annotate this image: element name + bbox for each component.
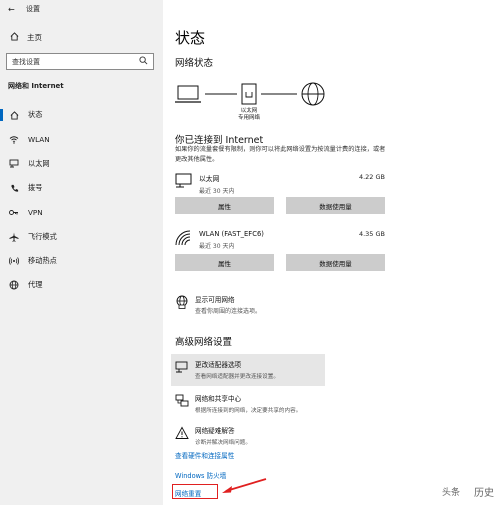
show-available-networks[interactable]: 显示可用网络 查看你周围的连接选项。 [175,294,261,315]
network-diagram: 以太网 专用网络 [175,78,335,122]
sidebar-item-airplane[interactable]: 飞行模式 [0,224,163,248]
sidebar-item-dialup[interactable]: 拨号 [0,176,163,200]
sidebar-item-hotspot[interactable]: 移动热点 [0,249,163,273]
properties-button[interactable]: 属性 [175,197,274,214]
troubleshooter-subtitle: 诊断并解决网络问题。 [195,440,251,446]
adapter-options-subtitle: 查看网络适配器并更改连接设置。 [195,374,279,380]
connection-usage: 4.35 GB [358,230,385,238]
airplane-icon [9,232,19,242]
globe-icon [9,280,19,290]
red-arrow-annotation [222,478,267,493]
sharing-center-subtitle: 根据所连接到的网络，决定要共享的内容。 [195,408,302,414]
connection-name: 以太网 [199,175,220,183]
sidebar-item-label: VPN [28,207,43,217]
sidebar-item-label: 拨号 [28,183,43,193]
sidebar-item-label: 代理 [28,280,43,290]
search-icon[interactable] [139,56,148,67]
sidebar-item-label: 状态 [28,110,43,120]
search-placeholder: 查找设置 [12,57,40,66]
wifi-icon [9,134,19,144]
network-globe-icon [175,294,189,309]
sidebar-nav: 状态 WLAN 以太网 拨号 VPN 飞行模式 移动热点 代理 [0,103,163,297]
ethernet-pc-icon [175,173,193,189]
warning-icon [175,425,189,439]
connection-meta: 最近 30 天内 [199,243,235,250]
data-usage-button[interactable]: 数据使用量 [286,197,385,214]
connected-description: 如果你的流量套餐有限制，则你可以将此网络设置为按流量计费的连接，或者更改其他属性… [175,146,386,163]
search-input[interactable]: 查找设置 [6,53,154,70]
window-title: 设置 [26,5,40,13]
connection-usage: 4.22 GB [358,173,385,181]
main-panel: 状态 网络状态 以太网 专用网络 你已连接到 Internet 如果你的流量套餐… [171,0,495,505]
connection-ethernet: 以太网 最近 30 天内 4.22 GB 属性 数据使用量 [175,173,385,214]
sidebar-item-proxy[interactable]: 代理 [0,273,163,297]
change-adapter-options[interactable]: 更改适配器选项 查看网络适配器并更改连接设置。 [171,354,325,386]
highlight-box [172,484,218,499]
hardware-properties-link[interactable]: 查看硬件和连接属性 [175,450,234,460]
advanced-heading: 高级网络设置 [175,337,233,348]
sidebar-item-status[interactable]: 状态 [0,103,163,127]
home-icon [10,32,20,43]
sidebar: ← 设置 主页 查找设置 网络和 Internet 状态 WLAN 以太网 拨号… [0,0,163,505]
properties-button[interactable]: 属性 [175,254,274,271]
vpn-icon [9,207,19,217]
sidebar-item-label: 移动热点 [28,255,57,265]
sidebar-item-label: WLAN [28,134,50,144]
adapter-icon [175,359,189,373]
firewall-link[interactable]: Windows 防火墙 [175,470,226,480]
network-sharing-center[interactable]: 网络和共享中心 根据所连接到的网络，决定要共享的内容。 [171,388,325,420]
diagram-label-ethernet: 以太网 [240,108,258,114]
title-bar: ← 设置 [8,3,40,15]
sidebar-item-label: 以太网 [28,158,50,168]
section-label: 网络和 Internet [8,82,64,90]
sidebar-item-ethernet[interactable]: 以太网 [0,152,163,176]
back-arrow-icon[interactable]: ← [8,5,18,14]
data-usage-button[interactable]: 数据使用量 [286,254,385,271]
sidebar-item-wlan[interactable]: WLAN [0,127,163,151]
connection-wlan: WLAN (FAST_EFC6) 最近 30 天内 4.35 GB 属性 数据使… [175,230,385,271]
home-label: 主页 [27,33,42,42]
dialup-icon [9,183,19,193]
adapter-options-title: 更改适配器选项 [195,361,242,369]
home-icon [9,110,19,120]
wifi-signal-icon [175,230,193,246]
watermark-text: 历史 [474,488,494,499]
home-link[interactable]: 主页 [10,32,42,43]
show-networks-title: 显示可用网络 [195,296,235,304]
sharing-center-icon [175,393,189,407]
troubleshooter-title: 网络疑难解答 [195,427,235,435]
connection-name: WLAN (FAST_EFC6) [199,230,264,238]
page-title: 状态 [175,29,206,47]
hotspot-icon [9,256,19,266]
sidebar-item-vpn[interactable]: VPN [0,200,163,224]
diagram-label-network: 专用网络 [237,115,260,121]
network-troubleshooter[interactable]: 网络疑难解答 诊断并解决网络问题。 [171,420,325,452]
watermark-logo: 头条 [441,488,460,498]
sharing-center-title: 网络和共享中心 [195,395,242,403]
show-networks-subtitle: 查看你周围的连接选项。 [195,308,262,315]
network-status-heading: 网络状态 [175,58,214,69]
sidebar-item-label: 飞行模式 [28,231,57,241]
watermark: 头条 历史 [442,484,494,499]
connection-meta: 最近 30 天内 [199,188,235,195]
connected-heading: 你已连接到 Internet [175,135,264,146]
ethernet-icon [9,159,19,169]
